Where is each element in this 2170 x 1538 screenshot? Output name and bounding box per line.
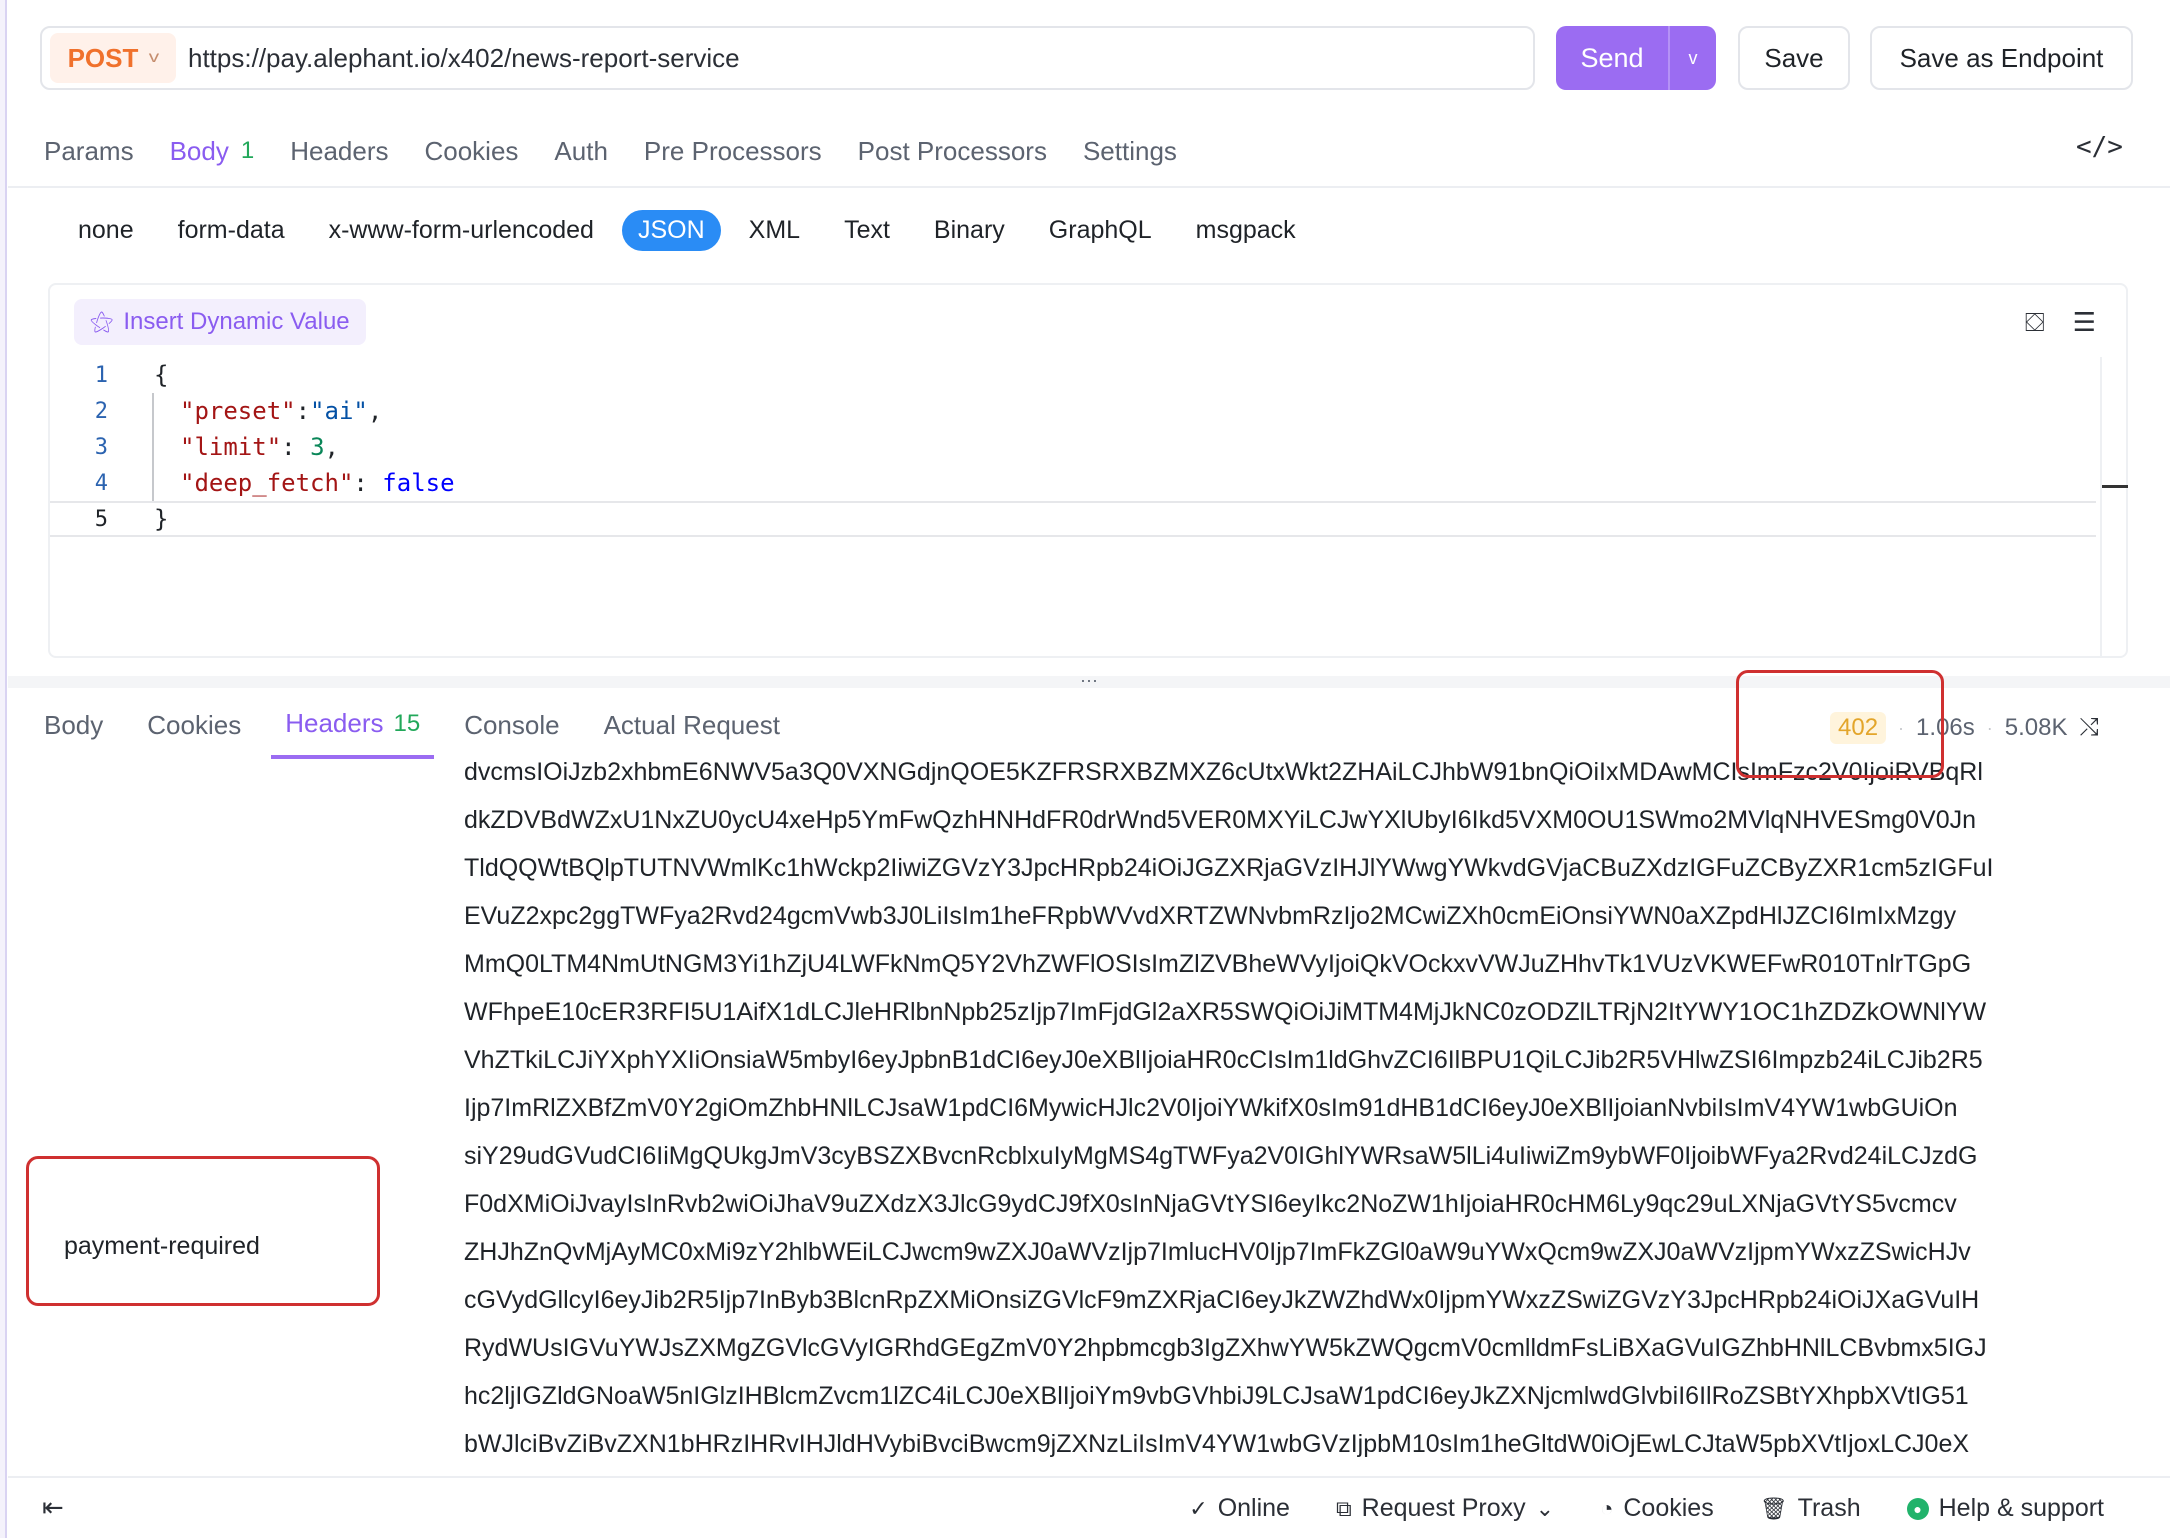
res-tab-cookies[interactable]: Cookies (147, 708, 241, 759)
chat-icon: ● (1906, 1497, 1929, 1520)
code-icon[interactable]: </> (2076, 132, 2123, 162)
status-bar: ⇤ ✓ Online ⧉ Request Proxy ⌄ ◔ Cookies 🗑 Tras… (8, 1476, 2170, 1538)
code-line: 2 "preset":"ai", (50, 393, 2096, 429)
chevron-down-icon: v (149, 49, 160, 66)
magic-wand-icon: ⚝ (90, 308, 114, 335)
body-type-text[interactable]: Text (828, 210, 906, 251)
body-type-binary[interactable]: Binary (918, 210, 1021, 251)
body-type-xml[interactable]: XML (733, 210, 816, 251)
tab-auth[interactable]: Auth (554, 126, 608, 176)
code-line: 3 "limit": 3, (50, 429, 2096, 465)
tab-cookies[interactable]: Cookies (424, 126, 518, 176)
send-button-label: Send (1580, 42, 1644, 73)
line-number: 3 (94, 434, 108, 460)
body-type-msgpack[interactable]: msgpack (1180, 210, 1312, 251)
tab-headers[interactable]: Headers (290, 126, 388, 176)
send-options-chevron-icon[interactable]: v (1668, 26, 1716, 90)
left-rail (0, 0, 7, 1538)
check-circle-icon: ✓ (1189, 1495, 1208, 1521)
method-select[interactable]: POST v (50, 33, 176, 83)
header-value: dvcmsIOiJzb2xhbmE6NWV5a3Q0VXNGdjnQOE5KZF… (464, 760, 1994, 1458)
method-label: POST (67, 42, 139, 73)
code-line-current: 5 } (50, 501, 2096, 537)
res-tab-actual-request[interactable]: Actual Request (604, 708, 780, 759)
share-icon[interactable]: ⤭ (2079, 714, 2098, 742)
wrap-lines-icon[interactable]: ☰ (2073, 307, 2096, 339)
body-type-form-data[interactable]: form-data (162, 210, 301, 251)
url-bar[interactable]: POST v https://pay.alephant.io/x402/news… (40, 26, 1535, 90)
tab-params[interactable]: Params (44, 126, 134, 176)
proxy-icon: ⧉ (1335, 1495, 1352, 1521)
scroll-marker (2102, 485, 2128, 488)
cookies-button[interactable]: ◔ Cookies (1600, 1494, 1714, 1523)
res-tab-headers[interactable]: Headers 15 (271, 708, 435, 759)
save-button[interactable]: Save (1738, 26, 1850, 90)
line-number: 4 (94, 470, 108, 496)
request-proxy-menu[interactable]: ⧉ Request Proxy ⌄ (1336, 1494, 1554, 1523)
save-as-endpoint-button[interactable]: Save as Endpoint (1870, 26, 2133, 90)
line-number: 5 (94, 506, 108, 532)
tab-pre-processors[interactable]: Pre Processors (644, 126, 822, 176)
send-button[interactable]: Send v (1556, 26, 1716, 90)
collapse-sidebar-icon[interactable]: ⇤ (42, 1492, 64, 1523)
request-tabs: Params Body 1 Headers Cookies Auth Pre Pr… (44, 126, 1177, 176)
online-status[interactable]: ✓ Online (1189, 1494, 1290, 1523)
res-tab-body[interactable]: Body (44, 708, 103, 759)
line-number: 2 (94, 398, 108, 424)
insert-dynamic-value-button[interactable]: ⚝ Insert Dynamic Value (74, 299, 366, 345)
line-number: 1 (94, 362, 108, 388)
cookie-icon: ◔ (1600, 1495, 1614, 1521)
response-size: 5.08K (2004, 714, 2068, 741)
trash-button[interactable]: 🗑 Trash (1760, 1494, 1861, 1523)
header-key-annotation-box (26, 1156, 380, 1306)
headers-count-badge: 15 (393, 709, 421, 737)
code-line: 4 "deep_fetch": false (50, 465, 2096, 501)
editor-toolbar: ⛋ ☰ (2025, 307, 2096, 339)
response-headers-panel: payment-required dvcmsIOiJzb2xhbmE6NWV5a… (8, 760, 2118, 1474)
body-type-selector: none form-data x-www-form-urlencoded JSO… (62, 210, 1312, 251)
response-tabs: Body Cookies Headers 15 Console Actual Re… (44, 708, 780, 759)
status-annotation-box (1736, 670, 1944, 778)
tab-post-processors[interactable]: Post Processors (858, 126, 1047, 176)
editor-scrollbar[interactable] (2100, 357, 2128, 657)
code-area[interactable]: 1 { 2 "preset":"ai", 3 "limit": 3, 4 "de… (50, 357, 2096, 647)
body-type-urlencoded[interactable]: x-www-form-urlencoded (313, 210, 610, 251)
trash-icon: 🗑 (1759, 1495, 1788, 1521)
json-editor[interactable]: ⚝ Insert Dynamic Value ⛋ ☰ 1 { 2 "preset… (48, 283, 2128, 658)
beautify-icon[interactable]: ⛋ (2025, 307, 2045, 339)
chevron-down-icon: ⌄ (1535, 1495, 1555, 1521)
insert-dynamic-value-label: Insert Dynamic Value (123, 308, 350, 335)
tab-settings[interactable]: Settings (1083, 126, 1177, 176)
tab-body[interactable]: Body 1 (170, 126, 255, 176)
res-tab-console[interactable]: Console (464, 708, 559, 759)
divider (8, 186, 2170, 188)
body-type-none[interactable]: none (62, 210, 150, 251)
body-type-graphql[interactable]: GraphQL (1033, 210, 1168, 251)
body-type-json[interactable]: JSON (621, 210, 721, 251)
body-count-badge: 1 (240, 137, 255, 164)
code-line: 1 { (50, 357, 2096, 393)
help-support-button[interactable]: ● Help & support (1906, 1494, 2104, 1523)
url-input[interactable]: https://pay.alephant.io/x402/news-report… (188, 43, 740, 74)
